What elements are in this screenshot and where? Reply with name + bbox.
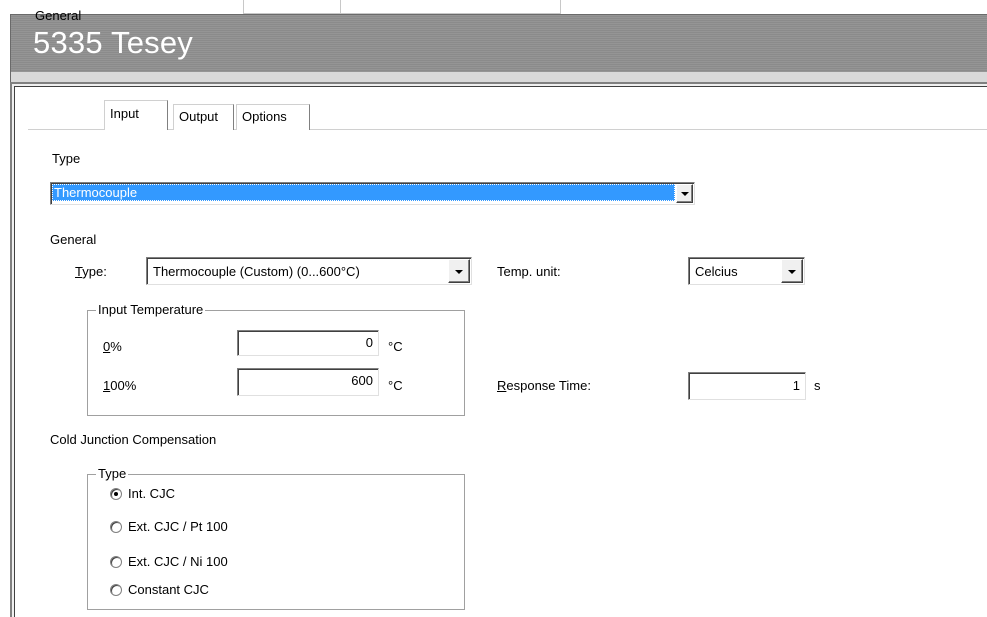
- radio-label: Ext. CJC / Pt 100: [128, 519, 228, 534]
- top-strip: [0, 0, 987, 14]
- strip-divider: [243, 0, 244, 14]
- tab-label: Input: [110, 106, 139, 121]
- tab-output[interactable]: Output: [173, 104, 234, 130]
- sensor-type-value: Thermocouple (Custom) (0...600°C): [153, 264, 360, 279]
- high-percent-label: 100%: [103, 378, 137, 393]
- low-temperature-input[interactable]: 0: [237, 330, 379, 356]
- response-time-input[interactable]: 1: [688, 372, 806, 400]
- radio-button[interactable]: [110, 488, 122, 500]
- title-bar: 5335 Tesey: [10, 14, 987, 72]
- temp-unit-select[interactable]: Celcius: [688, 257, 805, 285]
- radio-button[interactable]: [110, 521, 122, 533]
- sensor-type-select[interactable]: Thermocouple (Custom) (0...600°C): [146, 257, 472, 285]
- high-temperature-value: 600: [351, 373, 373, 388]
- tab-general[interactable]: General: [30, 4, 100, 30]
- general-section-label: General: [50, 232, 97, 247]
- high-temperature-input[interactable]: 600: [237, 368, 379, 396]
- chevron-down-icon: [455, 270, 463, 274]
- sensor-type-label: Type:: [75, 264, 107, 279]
- tab-input[interactable]: Input: [104, 100, 168, 130]
- input-temperature-group: [87, 310, 465, 416]
- high-unit-label: °C: [388, 378, 403, 393]
- low-temperature-value: 0: [365, 335, 373, 350]
- chevron-down-icon: [681, 192, 689, 196]
- tab-baseline: [28, 129, 987, 130]
- header-separator: [10, 72, 987, 82]
- cjc-section-label: Cold Junction Compensation: [50, 432, 217, 447]
- input-temperature-legend: Input Temperature: [96, 302, 206, 317]
- response-time-unit: s: [814, 378, 821, 393]
- radio-label: Int. CJC: [128, 486, 175, 501]
- tab-label: General: [35, 8, 82, 23]
- tab-label: Output: [179, 109, 219, 124]
- low-percent-label: 0%: [103, 339, 122, 354]
- radio-label: Ext. CJC / Ni 100: [128, 554, 228, 569]
- radio-checked-dot: [114, 492, 118, 496]
- chevron-down-icon: [788, 270, 796, 274]
- strip-divider: [340, 0, 341, 14]
- tab-options[interactable]: Options: [236, 104, 310, 130]
- cjc-type-legend: Type: [96, 466, 129, 481]
- dropdown-button[interactable]: [448, 259, 470, 283]
- input-type-select[interactable]: Thermocouple: [50, 182, 695, 205]
- temp-unit-value: Celcius: [695, 264, 738, 279]
- section-divider: [120, 240, 860, 241]
- response-time-value: 1: [792, 378, 800, 393]
- input-type-label: Type: [52, 151, 81, 166]
- temp-unit-label: Temp. unit:: [497, 264, 561, 279]
- dropdown-button[interactable]: [781, 259, 803, 283]
- tab-label: Options: [242, 109, 287, 124]
- section-divider: [268, 439, 860, 440]
- strip-divider: [560, 0, 561, 14]
- radio-button[interactable]: [110, 556, 122, 568]
- low-unit-label: °C: [388, 339, 403, 354]
- radio-button[interactable]: [110, 584, 122, 596]
- radio-label: Constant CJC: [128, 582, 209, 597]
- page-title: 5335 Tesey: [33, 25, 193, 60]
- response-time-label: Response Time:: [497, 378, 591, 393]
- input-type-value: Thermocouple: [52, 184, 675, 201]
- dropdown-button[interactable]: [676, 184, 693, 203]
